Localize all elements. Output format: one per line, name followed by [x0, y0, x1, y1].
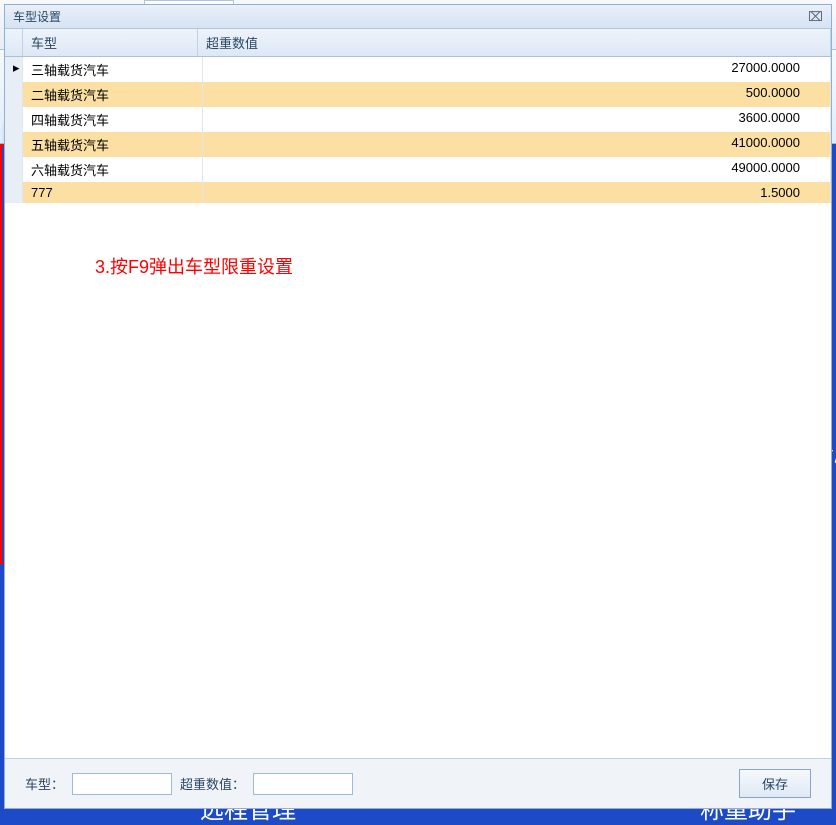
window-vehicle-type-settings: 车型设置 ⌧ 车型 超重数值 ▸三轴载货汽车27000.0000二轴载货汽车50… [0, 144, 530, 564]
column-header[interactable]: 超重数值 [198, 29, 831, 56]
label-overweight: 超重数值： [180, 774, 245, 793]
label-vehicle-type: 车型： [25, 774, 64, 793]
table-body: ▸三轴载货汽车27000.0000二轴载货汽车500.0000四轴载货汽车360… [5, 57, 831, 203]
vehicle-type-input[interactable] [72, 773, 172, 795]
save-button[interactable]: 保存 [739, 769, 811, 798]
close-icon[interactable]: ⌧ [808, 9, 823, 25]
table-row[interactable]: 五轴载货汽车41000.0000 [5, 132, 831, 157]
table-row[interactable]: 六轴载货汽车49000.0000 [5, 157, 831, 182]
table-header: 车型 超重数值 [5, 29, 831, 57]
footer-bar: 车型： 超重数值： 保存 [5, 758, 831, 808]
table-row[interactable]: 7771.5000 [5, 182, 831, 203]
window-title: 车型设置 [13, 8, 61, 25]
table-row[interactable]: 二轴载货汽车500.0000 [5, 82, 831, 107]
window-title-bar: 车型设置 ⌧ [5, 5, 831, 29]
table-row[interactable]: 四轴载货汽车3600.0000 [5, 107, 831, 132]
annotation-3: 3.按F9弹出车型限重设置 [95, 253, 293, 279]
column-header[interactable]: 车型 [23, 29, 198, 56]
overweight-input[interactable] [253, 773, 353, 795]
table-row[interactable]: ▸三轴载货汽车27000.0000 [5, 57, 831, 82]
